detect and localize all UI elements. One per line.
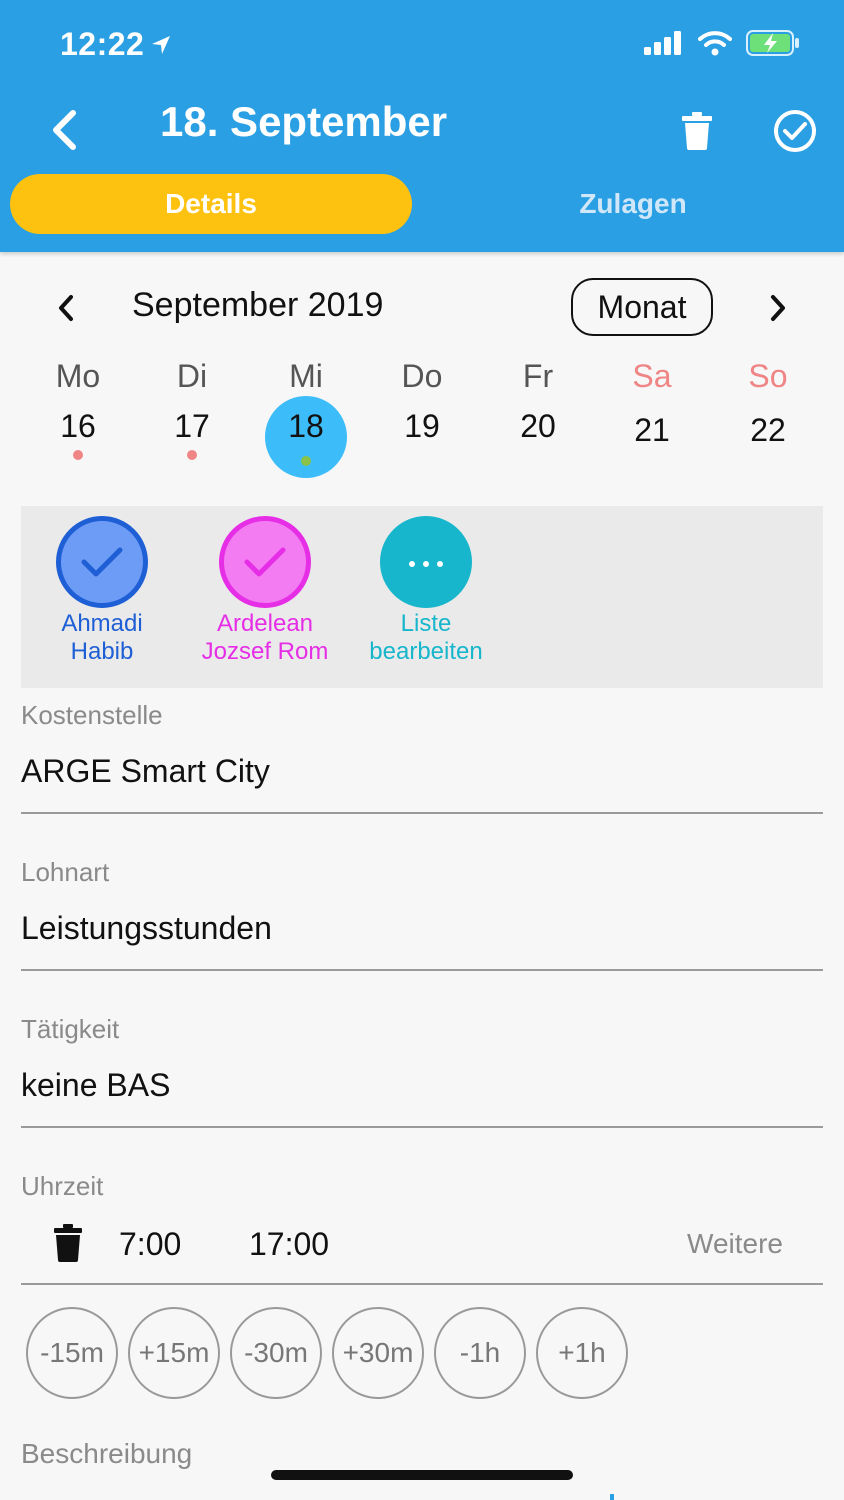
worker-list: Ahmadi Habib Ardelean Jozsef Rom Liste b… xyxy=(21,506,823,688)
chevron-right-icon xyxy=(771,295,785,321)
plus-15m-button[interactable]: +15m xyxy=(128,1307,220,1399)
signal-icon xyxy=(644,31,681,55)
kostenstelle-field[interactable]: Kostenstelle ARGE Smart City xyxy=(21,700,823,816)
chevron-left-icon xyxy=(59,295,73,321)
app-bar: 12:22 18. September Details Zulagen xyxy=(0,0,844,252)
calendar-day[interactable]: So 22 xyxy=(718,356,818,460)
day-name: So xyxy=(748,358,788,394)
battery-charging-icon xyxy=(746,30,799,56)
checkmark-icon xyxy=(81,547,123,577)
day-number: 19 xyxy=(404,408,440,444)
lohnart-label: Lohnart xyxy=(21,857,110,887)
edit-list-button[interactable]: Liste bearbeiten xyxy=(359,516,493,666)
time-row: 7:00 17:00 Weitere xyxy=(21,1216,823,1276)
tab-details[interactable]: Details xyxy=(10,174,412,234)
uhrzeit-label: Uhrzeit xyxy=(21,1171,104,1201)
day-number: 18 xyxy=(288,408,324,444)
field-underline xyxy=(21,812,823,814)
edit-list-label-1: Liste xyxy=(400,610,452,637)
kostenstelle-label: Kostenstelle xyxy=(21,700,163,730)
day-name: Mo xyxy=(55,358,101,394)
day-number: 17 xyxy=(174,408,210,444)
taetigkeit-value: keine BAS xyxy=(21,1067,171,1103)
next-month-button[interactable] xyxy=(756,284,800,332)
plus-30m-button[interactable]: +30m xyxy=(332,1307,424,1399)
lohnart-value: Leistungsstunden xyxy=(21,910,272,946)
previous-month-button[interactable] xyxy=(44,284,88,332)
status-time: 12:22 xyxy=(60,26,145,62)
calendar-day[interactable]: Sa 21 xyxy=(602,356,702,460)
wifi-icon xyxy=(698,31,732,56)
worker-last-name: Habib xyxy=(70,638,134,665)
field-underline xyxy=(21,1283,823,1285)
more-dots-icon xyxy=(409,561,443,567)
calendar-day[interactable]: Do 19 xyxy=(372,356,472,456)
day-name: Do xyxy=(401,358,443,394)
more-avatar xyxy=(380,516,472,608)
check-circle-icon xyxy=(774,110,816,152)
taetigkeit-label: Tätigkeit xyxy=(21,1014,120,1044)
trash-icon xyxy=(54,1224,82,1262)
worker-last-name: Jozsef Rom xyxy=(201,638,329,665)
lohnart-field[interactable]: Lohnart Leistungsstunden xyxy=(21,857,823,973)
day-name: Fr xyxy=(522,358,554,394)
calendar-day-selected[interactable]: Mi 18 xyxy=(256,356,356,456)
minus-30m-button[interactable]: -30m xyxy=(230,1307,322,1399)
checkmark-icon xyxy=(244,547,286,577)
worker-item[interactable]: Ardelean Jozsef Rom xyxy=(191,516,339,666)
field-underline xyxy=(21,969,823,971)
field-underline xyxy=(21,1126,823,1128)
calendar-day[interactable]: Fr 20 xyxy=(488,356,588,456)
day-name: Di xyxy=(176,358,208,394)
worker-avatar xyxy=(219,516,311,608)
minus-1h-button[interactable]: -1h xyxy=(434,1307,526,1399)
back-button[interactable] xyxy=(34,100,94,160)
worker-item[interactable]: Ahmadi Habib xyxy=(47,516,157,666)
day-number: 22 xyxy=(750,412,786,448)
home-indicator[interactable] xyxy=(271,1470,573,1480)
day-name: Mi xyxy=(289,358,323,394)
uhrzeit-section: Uhrzeit xyxy=(21,1171,823,1201)
day-number: 21 xyxy=(634,412,670,448)
day-name: Sa xyxy=(632,358,672,394)
start-time[interactable]: 7:00 xyxy=(119,1226,181,1263)
end-time[interactable]: 17:00 xyxy=(249,1226,329,1263)
edit-list-label-2: bearbeiten xyxy=(369,638,483,665)
calendar-format-button[interactable]: Monat xyxy=(571,278,713,336)
worker-first-name: Ardelean xyxy=(216,610,314,637)
tab-zulagen[interactable]: Zulagen xyxy=(432,174,834,234)
more-times-button[interactable]: Weitere xyxy=(687,1228,783,1260)
save-button[interactable] xyxy=(770,106,820,156)
calendar-month-title: September 2019 xyxy=(132,286,384,324)
worker-avatar xyxy=(56,516,148,608)
calendar-header: September 2019 Monat xyxy=(0,278,844,338)
beschreibung-label: Beschreibung xyxy=(21,1438,193,1469)
calendar-day[interactable]: Di 17 xyxy=(142,356,242,460)
page-title: 18. September xyxy=(160,98,448,145)
taetigkeit-field[interactable]: Tätigkeit keine BAS xyxy=(21,1014,823,1130)
chevron-left-icon xyxy=(53,110,76,150)
event-marker xyxy=(301,456,311,466)
delete-button[interactable] xyxy=(672,106,722,156)
delete-time-button[interactable] xyxy=(53,1224,83,1267)
status-icons xyxy=(644,30,800,56)
day-number: 16 xyxy=(60,408,96,444)
text-cursor xyxy=(610,1494,614,1500)
location-arrow-icon xyxy=(152,36,170,54)
worker-first-name: Ahmadi xyxy=(61,610,143,637)
trash-icon xyxy=(682,112,712,150)
calendar-day[interactable]: Mo 16 xyxy=(28,356,128,460)
day-number: 20 xyxy=(520,408,556,444)
kostenstelle-value: ARGE Smart City xyxy=(21,753,270,789)
plus-1h-button[interactable]: +1h xyxy=(536,1307,628,1399)
minus-15m-button[interactable]: -15m xyxy=(26,1307,118,1399)
